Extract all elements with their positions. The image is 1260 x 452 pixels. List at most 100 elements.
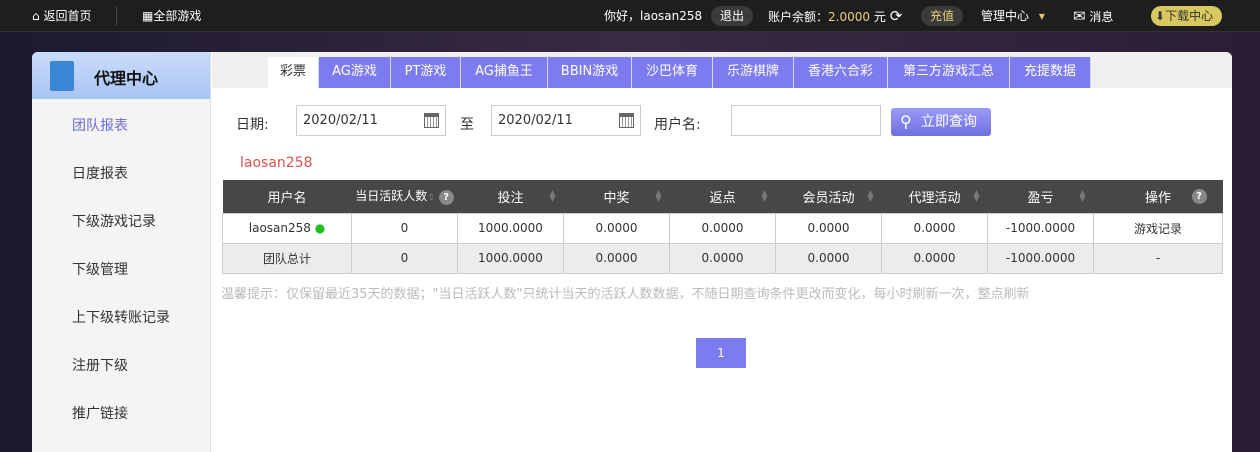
header-label: 用户名 bbox=[267, 190, 307, 206]
sort-icon: ▲ ▼ bbox=[1079, 188, 1086, 203]
sidebar-item-promo-link[interactable]: 推广链接 bbox=[72, 403, 128, 423]
username-input[interactable] bbox=[731, 105, 881, 136]
agent-panel: 代理中心 团队报表 日度报表 下级游戏记录 下级管理 上下级转账记录 注册下级 … bbox=[32, 52, 1232, 452]
cell: 0.0000 bbox=[775, 242, 882, 274]
col-actions: 操作? bbox=[1093, 180, 1223, 213]
chevron-down-icon: ▾ bbox=[1038, 9, 1045, 23]
header-label: 中奖 bbox=[603, 190, 630, 206]
tab-third-party-summary[interactable]: 第三方游戏汇总 bbox=[888, 57, 1010, 88]
pager-page-1[interactable]: 1 bbox=[696, 338, 746, 368]
col-bets[interactable]: 投注 ▲ ▼ bbox=[457, 180, 564, 213]
download-label: 下载中心 bbox=[1165, 9, 1214, 23]
manage-menu[interactable]: 管理中心 ▾ bbox=[981, 0, 1045, 32]
tab-ag-games[interactable]: AG游戏 bbox=[319, 57, 391, 88]
cell: -1000.0000 bbox=[987, 212, 1094, 244]
tab-pt-games[interactable]: PT游戏 bbox=[391, 57, 461, 88]
currency: 元 bbox=[873, 10, 886, 24]
sidebar-title: 代理中心 bbox=[94, 69, 159, 88]
agent-card-icon bbox=[50, 61, 74, 91]
sidebar-item-sub-management[interactable]: 下级管理 bbox=[72, 259, 128, 279]
date-label: 日期: bbox=[236, 117, 269, 133]
cell: 1000.0000 bbox=[457, 242, 564, 274]
help-icon[interactable]: ? bbox=[1191, 189, 1207, 204]
tab-ag-fishing[interactable]: AG捕鱼王 bbox=[461, 57, 548, 88]
header-label: 会员活动 bbox=[802, 190, 855, 206]
tab-deposit-withdraw[interactable]: 充提数据 bbox=[1010, 57, 1091, 88]
header-label: 代理活动 bbox=[908, 190, 961, 206]
sidebar-item-daily-report[interactable]: 日度报表 bbox=[72, 163, 128, 183]
col-agent-activity[interactable]: 代理活动 ▲ ▼ bbox=[881, 180, 988, 213]
tab-leyou-chess[interactable]: 乐游棋牌 bbox=[713, 57, 794, 88]
cell: 0.0000 bbox=[563, 212, 670, 244]
sort-icon: ▲ ▼ bbox=[973, 188, 980, 203]
current-user-breadcrumb[interactable]: laosan258 bbox=[240, 155, 313, 171]
col-member-activity[interactable]: 会员活动 ▲ ▼ bbox=[775, 180, 882, 213]
date-from-value: 2020/02/11 bbox=[303, 113, 378, 128]
search-icon: ⚲ bbox=[900, 112, 912, 131]
download-button[interactable]: ⬇下载中心 bbox=[1151, 6, 1223, 26]
search-label: 立即查询 bbox=[921, 114, 977, 130]
home-icon: ⌂ bbox=[32, 9, 40, 23]
col-username: 用户名 bbox=[222, 180, 352, 213]
sidebar-header: 代理中心 bbox=[32, 52, 210, 99]
help-icon[interactable]: ? bbox=[438, 190, 454, 206]
all-games-label: 全部游戏 bbox=[153, 9, 202, 23]
messages-link[interactable]: ✉ 消息 bbox=[1073, 0, 1113, 32]
date-to-input[interactable]: 2020/02/11 bbox=[491, 105, 641, 136]
home-label: 返回首页 bbox=[43, 9, 92, 23]
balance-label: 账户余额： bbox=[768, 10, 829, 24]
sidebar-item-team-report[interactable]: 团队报表 bbox=[72, 115, 128, 135]
sort-icon: ⇕ bbox=[427, 193, 435, 204]
mail-icon: ✉ bbox=[1073, 7, 1086, 25]
calendar-icon[interactable] bbox=[424, 113, 439, 128]
tab-hk-mark-six[interactable]: 香港六合彩 bbox=[794, 57, 888, 88]
top-bar: ⌂ 返回首页 ▦全部游戏 你好，laosan258 退出 账户余额：2.0000… bbox=[0, 0, 1260, 32]
divider bbox=[116, 6, 117, 26]
sidebar-item-sub-game-records[interactable]: 下级游戏记录 bbox=[72, 211, 156, 231]
cell: 团队总计 bbox=[222, 242, 352, 274]
download-icon: ⬇ bbox=[1155, 9, 1166, 23]
cell: 0 bbox=[351, 212, 458, 244]
cell-username[interactable]: laosan258 ● bbox=[222, 212, 352, 244]
logout-button[interactable]: 退出 bbox=[711, 6, 754, 26]
table-row-total: 团队总计 0 1000.0000 0.0000 0.0000 0.0000 0.… bbox=[222, 242, 1223, 274]
header-label: 当日活跃人数 bbox=[355, 189, 428, 204]
search-button[interactable]: ⚲ 立即查询 bbox=[891, 108, 991, 136]
cell: 1000.0000 bbox=[457, 212, 564, 244]
greeting: 你好，laosan258 bbox=[604, 9, 703, 23]
cell: 0.0000 bbox=[563, 242, 670, 274]
all-games-link[interactable]: ▦全部游戏 bbox=[142, 0, 201, 32]
table-header: 用户名 当日活跃人数⇕ ? 投注 ▲ ▼ 中奖 ▲ ▼ 返点 ▲ ▼ 会员活动 ▲ ▼ 代理活动… bbox=[222, 180, 1223, 213]
recharge-button[interactable]: 充值 bbox=[921, 6, 964, 26]
sidebar-item-transfer-records[interactable]: 上下级转账记录 bbox=[72, 307, 170, 327]
refresh-icon[interactable]: ⟳ bbox=[890, 7, 903, 25]
col-active-users[interactable]: 当日活跃人数⇕ ? bbox=[351, 180, 458, 213]
cell: 0.0000 bbox=[881, 242, 988, 274]
sidebar: 代理中心 团队报表 日度报表 下级游戏记录 下级管理 上下级转账记录 注册下级 … bbox=[32, 52, 211, 452]
home-link[interactable]: ⌂ 返回首页 bbox=[32, 0, 91, 32]
header-label: 投注 bbox=[497, 190, 524, 206]
tab-bbin-games[interactable]: BBIN游戏 bbox=[548, 57, 632, 88]
col-profit-loss[interactable]: 盈亏 ▲ ▼ bbox=[987, 180, 1094, 213]
grid-icon: ▦ bbox=[142, 9, 154, 23]
sort-icon: ▲ ▼ bbox=[867, 188, 874, 203]
date-from-input[interactable]: 2020/02/11 bbox=[296, 105, 446, 136]
calendar-icon[interactable] bbox=[619, 113, 634, 128]
table-row: laosan258 ● 0 1000.0000 0.0000 0.0000 0.… bbox=[222, 212, 1223, 244]
col-winnings[interactable]: 中奖 ▲ ▼ bbox=[563, 180, 670, 213]
tab-saba-sports[interactable]: 沙巴体育 bbox=[632, 57, 713, 88]
cell: 0 bbox=[351, 242, 458, 274]
header-label: 盈亏 bbox=[1027, 190, 1054, 206]
username-text: laosan258 bbox=[248, 221, 311, 235]
sidebar-item-register-sub[interactable]: 注册下级 bbox=[72, 355, 128, 375]
manage-label: 管理中心 bbox=[981, 9, 1030, 23]
to-label: 至 bbox=[460, 117, 474, 133]
hint-text: 温馨提示：仅保留最近35天的数据；"当日活跃人数"只统计当天的活跃人数数据，不随… bbox=[221, 287, 1030, 302]
tab-lottery[interactable]: 彩票 bbox=[268, 57, 319, 88]
col-rebate[interactable]: 返点 ▲ ▼ bbox=[669, 180, 776, 213]
sort-icon: ▲ ▼ bbox=[655, 188, 662, 203]
game-records-link[interactable]: 游戏记录 bbox=[1093, 212, 1223, 244]
sort-icon: ▲ ▼ bbox=[761, 188, 768, 203]
date-to-value: 2020/02/11 bbox=[498, 113, 573, 128]
cell: 0.0000 bbox=[881, 212, 988, 244]
